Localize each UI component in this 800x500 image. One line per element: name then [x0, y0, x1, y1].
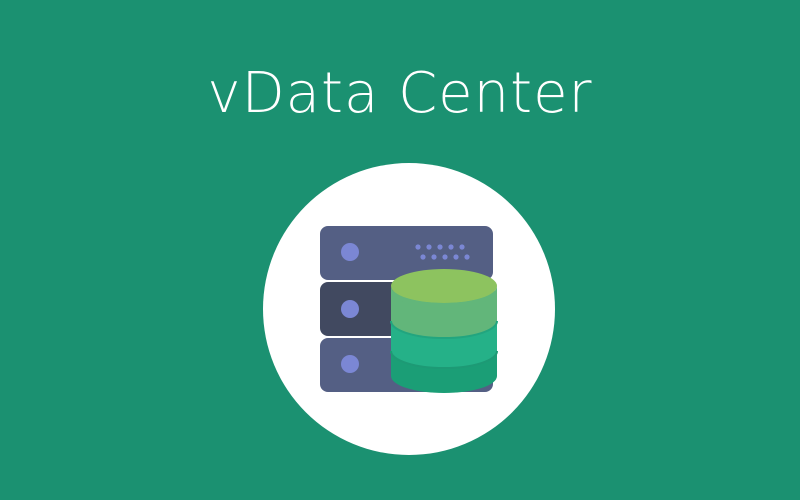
server-led-middle	[341, 300, 359, 318]
page-title: vData Center	[207, 61, 593, 126]
database-server-icon	[320, 226, 498, 393]
database-cylinder-icon	[390, 269, 498, 393]
server-led-bottom	[341, 355, 359, 373]
server-led-top	[341, 243, 359, 261]
banner: vData Center	[0, 0, 800, 500]
